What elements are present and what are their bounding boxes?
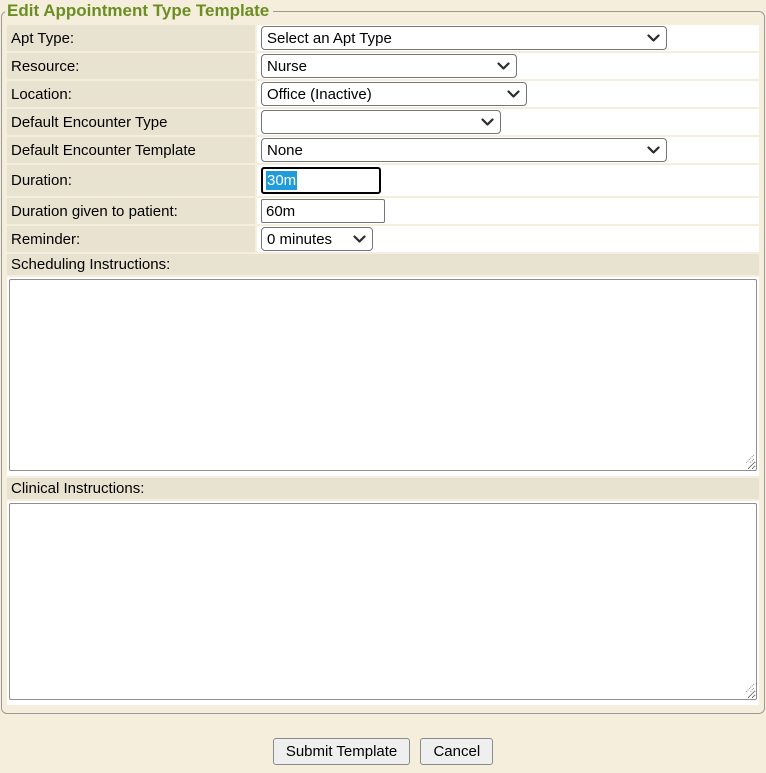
row-duration: Duration: 30m xyxy=(7,165,759,196)
duration-patient-input[interactable] xyxy=(261,199,385,223)
edit-appointment-type-fieldset: Edit Appointment Type Template Apt Type:… xyxy=(1,1,765,714)
row-default-encounter-template: Default Encounter Template None xyxy=(7,137,759,163)
default-encounter-type-select[interactable] xyxy=(261,110,501,134)
apt-type-label: Apt Type: xyxy=(7,25,255,51)
resource-label: Resource: xyxy=(7,53,255,79)
row-clinical-instructions xyxy=(7,501,759,705)
row-duration-patient: Duration given to patient: xyxy=(7,198,759,224)
row-scheduling-instructions xyxy=(7,277,759,476)
apt-type-select[interactable]: Select an Apt Type xyxy=(261,26,667,50)
clinical-instructions-label: Clinical Instructions: xyxy=(7,478,759,499)
page: Edit Appointment Type Template Apt Type:… xyxy=(0,0,766,765)
cancel-button[interactable]: Cancel xyxy=(420,738,493,765)
row-apt-type: Apt Type: Select an Apt Type xyxy=(7,25,759,51)
row-default-encounter-type: Default Encounter Type xyxy=(7,109,759,135)
form-actions: Submit Template Cancel xyxy=(1,738,765,765)
default-encounter-type-label: Default Encounter Type xyxy=(7,109,255,135)
default-encounter-template-select[interactable]: None xyxy=(261,138,667,162)
resource-select[interactable]: Nurse xyxy=(261,54,517,78)
duration-patient-label: Duration given to patient: xyxy=(7,198,255,224)
scheduling-instructions-label: Scheduling Instructions: xyxy=(7,254,759,275)
scheduling-instructions-textarea[interactable] xyxy=(9,279,757,471)
page-title: Edit Appointment Type Template xyxy=(5,1,273,21)
reminder-label: Reminder: xyxy=(7,226,255,252)
duration-selected-text: 30m xyxy=(266,171,297,190)
submit-template-button[interactable]: Submit Template xyxy=(273,738,410,765)
duration-label: Duration: xyxy=(7,165,255,196)
row-clinical-instructions-label: Clinical Instructions: xyxy=(7,478,759,499)
duration-input[interactable]: 30m xyxy=(261,167,381,194)
row-scheduling-instructions-label: Scheduling Instructions: xyxy=(7,254,759,275)
row-reminder: Reminder: 0 minutes xyxy=(7,226,759,252)
location-label: Location: xyxy=(7,81,255,107)
clinical-instructions-textarea[interactable] xyxy=(9,503,757,700)
row-location: Location: Office (Inactive) xyxy=(7,81,759,107)
default-encounter-template-label: Default Encounter Template xyxy=(7,137,255,163)
row-resource: Resource: Nurse xyxy=(7,53,759,79)
reminder-select[interactable]: 0 minutes xyxy=(261,227,373,251)
location-select[interactable]: Office (Inactive) xyxy=(261,82,527,106)
appointment-form-table: Apt Type: Select an Apt Type R xyxy=(5,23,761,707)
